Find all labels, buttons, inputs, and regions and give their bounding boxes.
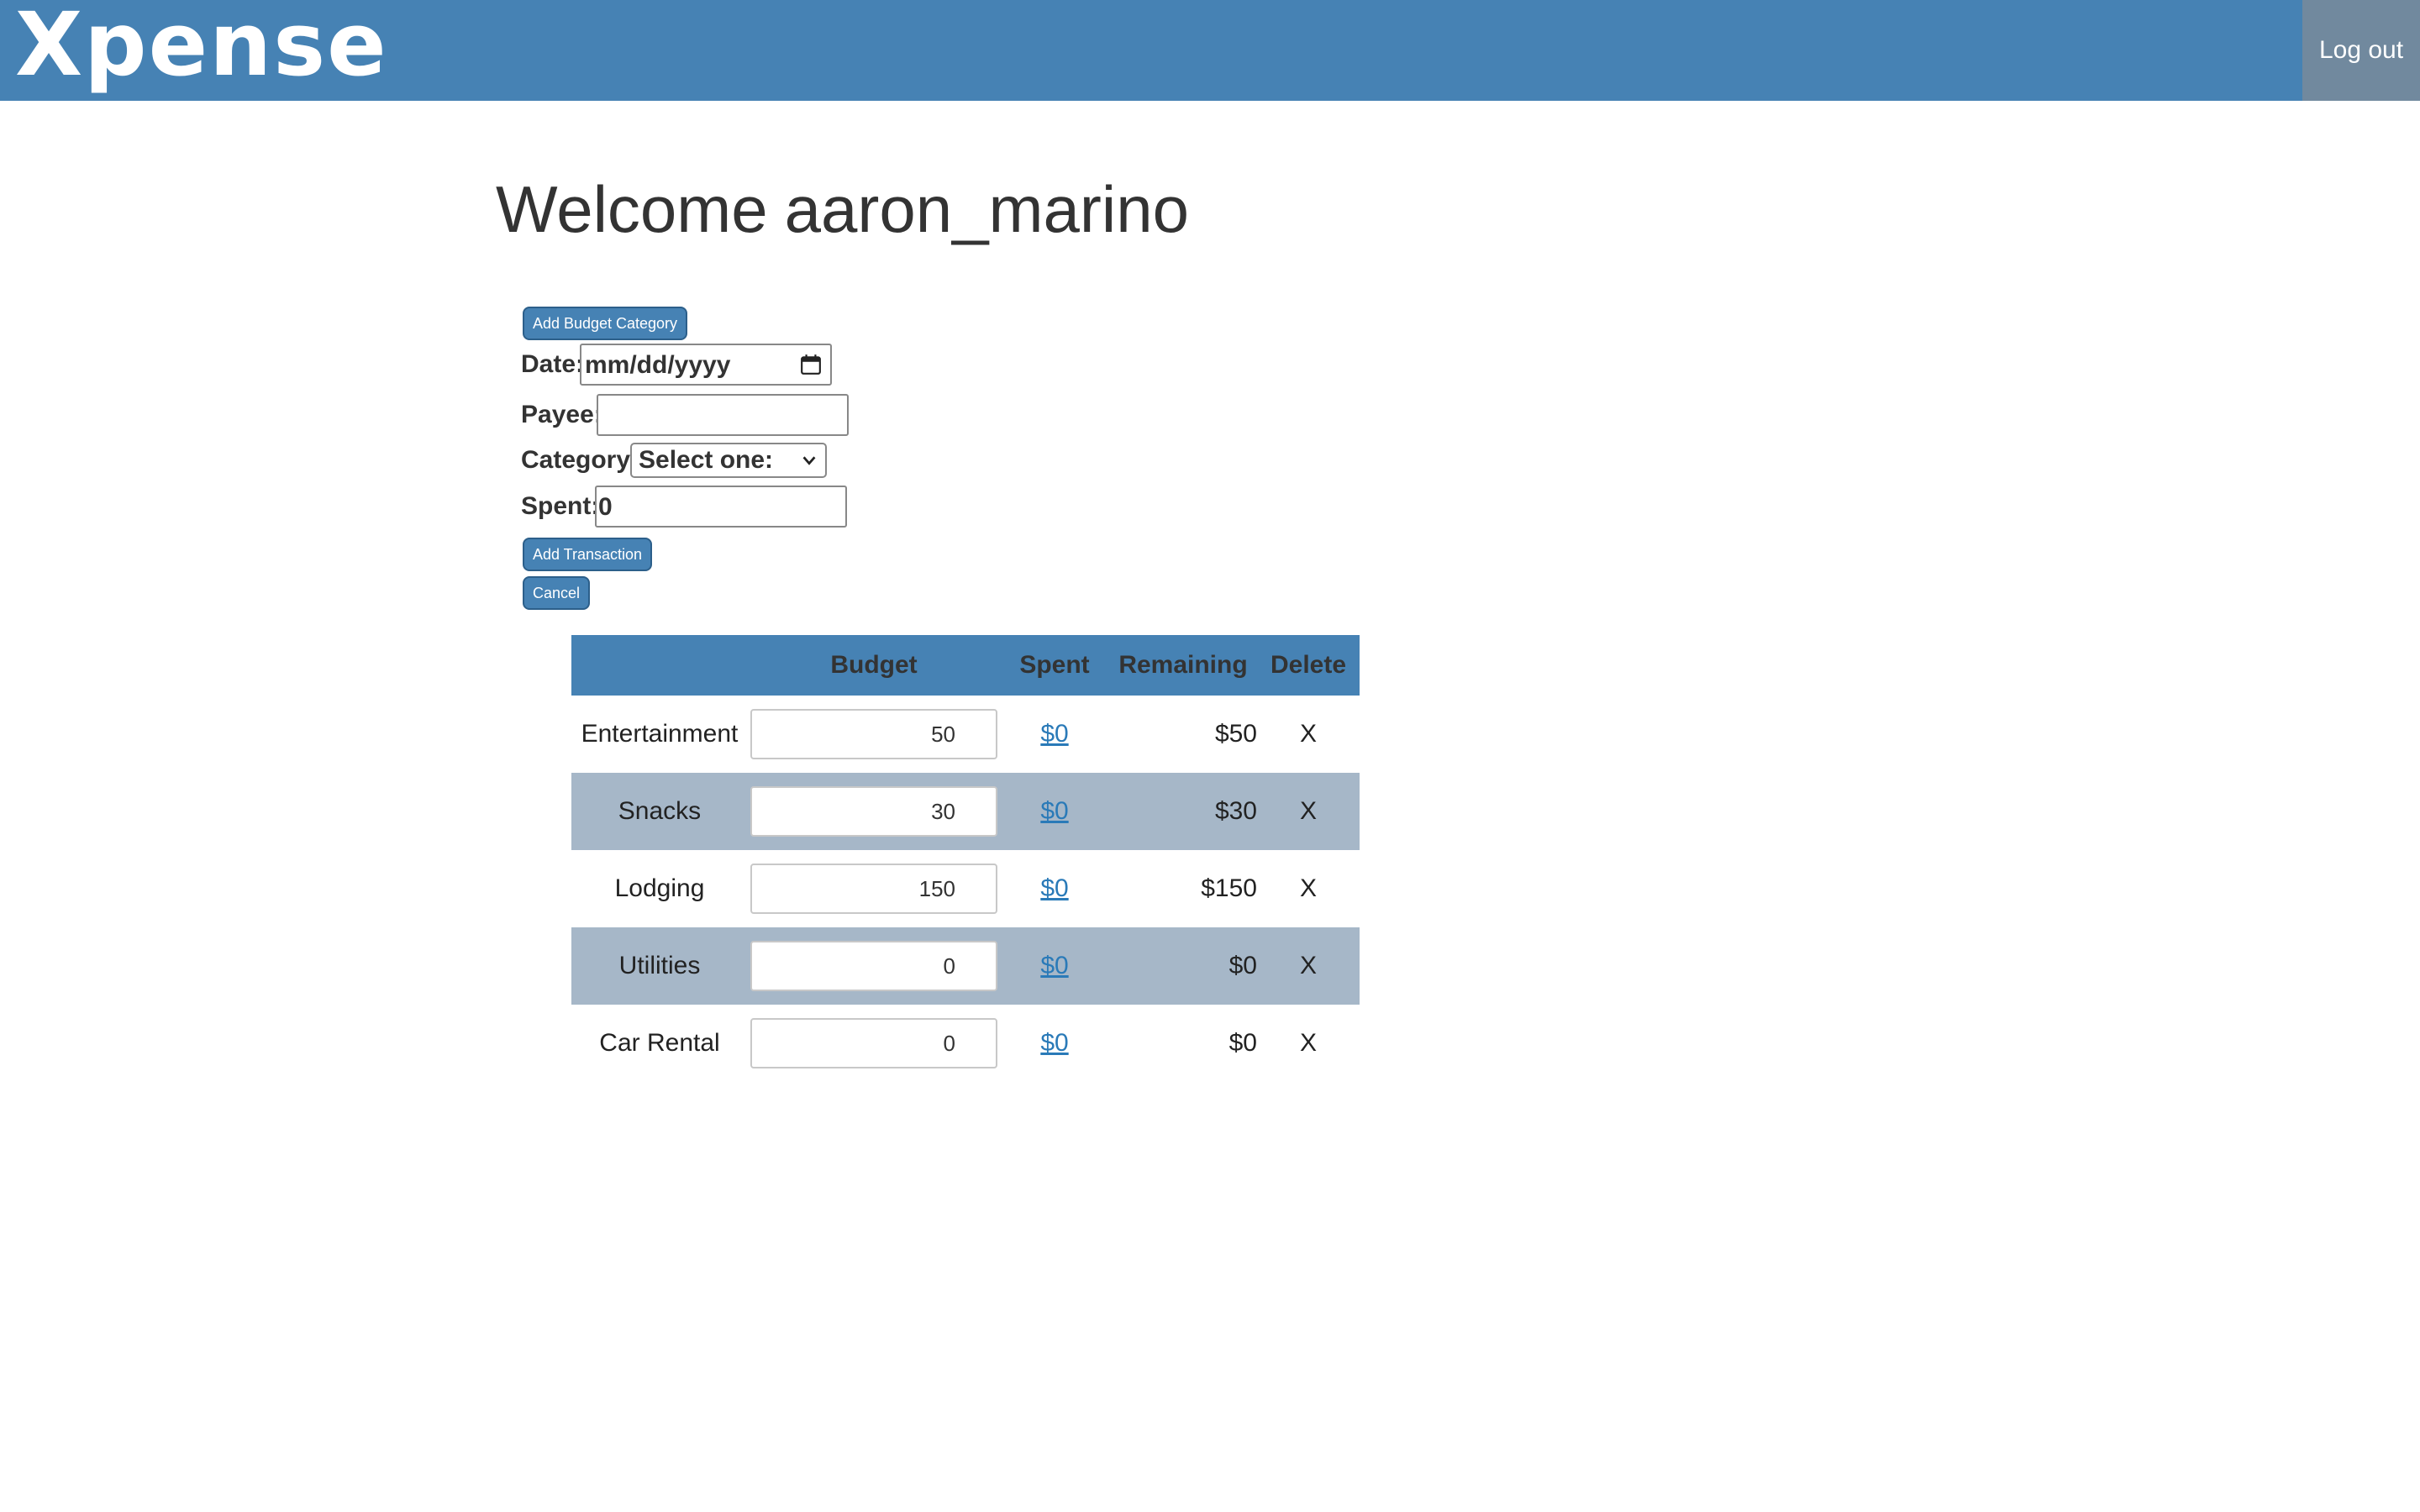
spent-link[interactable]: $0	[1040, 1029, 1068, 1057]
category-label: Category:	[521, 446, 639, 474]
date-placeholder: mm/dd/yyyy	[585, 351, 731, 379]
category-name: Entertainment	[581, 720, 739, 748]
delete-button[interactable]: X	[1257, 850, 1360, 927]
remaining-value: $150	[1201, 874, 1257, 902]
spent-link[interactable]: $0	[1040, 720, 1068, 748]
table-row: Entertainment 50 $0 $50 X	[571, 696, 1360, 773]
remaining-value: $30	[1214, 797, 1257, 825]
navbar: Xpense Log out	[0, 0, 2420, 101]
category-name: Car Rental	[599, 1029, 720, 1057]
delete-button[interactable]: X	[1257, 927, 1360, 1005]
table-row: Car Rental 0 $0 $0 X	[571, 1005, 1360, 1082]
spent-link[interactable]: $0	[1040, 797, 1068, 825]
delete-button[interactable]: X	[1257, 696, 1360, 773]
header-delete: Delete	[1270, 651, 1347, 679]
spent-label: Spent:	[521, 492, 600, 520]
spent-input[interactable]: 0	[595, 486, 847, 528]
payee-label: Payee:	[521, 401, 602, 428]
cancel-button[interactable]: Cancel	[523, 576, 590, 610]
table-header-row: Budget Spent Remaining Delete	[571, 635, 1360, 696]
category-select[interactable]: Select one:	[630, 443, 827, 478]
page-title: Welcome aaron_marino	[496, 171, 1189, 248]
add-budget-category-button[interactable]: Add Budget Category	[523, 307, 687, 340]
budget-input[interactable]: 0	[750, 941, 997, 991]
table-row: Utilities 0 $0 $0 X	[571, 927, 1360, 1005]
delete-button[interactable]: X	[1257, 1005, 1360, 1082]
spent-link[interactable]: $0	[1040, 952, 1068, 979]
header-category	[571, 635, 748, 696]
date-label: Date:	[521, 350, 585, 378]
budget-input[interactable]: 0	[750, 1018, 997, 1068]
spent-value: 0	[598, 493, 613, 521]
header-spent: Spent	[1019, 651, 1090, 679]
category-name: Lodging	[614, 874, 705, 902]
category-selected: Select one:	[639, 446, 774, 474]
date-input[interactable]: mm/dd/yyyy	[580, 344, 832, 386]
calendar-icon[interactable]	[800, 354, 822, 375]
budget-input[interactable]: 150	[750, 864, 997, 914]
delete-button[interactable]: X	[1257, 773, 1360, 850]
payee-input[interactable]	[597, 394, 849, 436]
remaining-value: $0	[1228, 1029, 1257, 1057]
spent-link[interactable]: $0	[1040, 874, 1068, 902]
category-name: Utilities	[618, 952, 701, 979]
budget-table: Budget Spent Remaining Delete Entertainm…	[571, 635, 1360, 1082]
add-transaction-button[interactable]: Add Transaction	[523, 538, 652, 571]
remaining-value: $50	[1214, 720, 1257, 748]
budget-input[interactable]: 50	[750, 709, 997, 759]
table-row: Lodging 150 $0 $150 X	[571, 850, 1360, 927]
table-row: Snacks 30 $0 $30 X	[571, 773, 1360, 850]
welcome-greeting: Welcome	[496, 172, 768, 246]
welcome-username: aaron_marino	[784, 172, 1189, 246]
chevron-down-icon	[802, 456, 816, 465]
header-remaining: Remaining	[1118, 651, 1248, 679]
logout-button[interactable]: Log out	[2302, 0, 2420, 101]
budget-input[interactable]: 30	[750, 786, 997, 837]
header-budget: Budget	[830, 651, 918, 679]
category-name: Snacks	[618, 797, 702, 825]
app-logo[interactable]: Xpense	[15, 0, 388, 96]
remaining-value: $0	[1228, 952, 1257, 979]
